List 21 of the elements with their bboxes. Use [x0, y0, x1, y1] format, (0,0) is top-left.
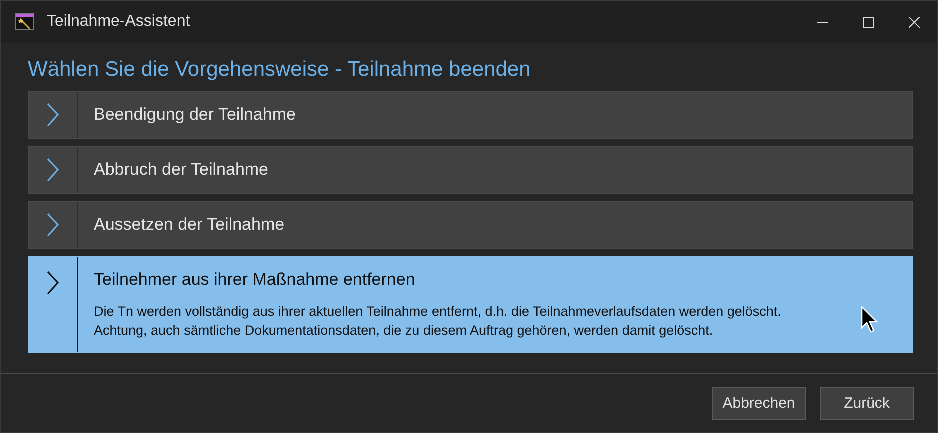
chevron-right-icon	[47, 158, 59, 182]
mouse-pointer-icon	[861, 306, 880, 334]
option-item[interactable]: Beendigung der Teilnahme	[28, 91, 913, 139]
option-label: Abbruch der Teilnahme	[94, 160, 269, 180]
dialog-button[interactable]: Zurück	[820, 386, 914, 420]
chevron-right-icon	[47, 103, 59, 127]
chevron-right-icon	[47, 271, 59, 295]
option-label: Beendigung der Teilnahme	[94, 105, 296, 125]
window-title: Teilnahme-Assistent	[47, 13, 192, 31]
option-item[interactable]	[28, 256, 913, 353]
app-icon	[15, 13, 35, 31]
option-item[interactable]: Aussetzen der Teilnahme	[28, 201, 913, 249]
chevron-right-icon	[47, 213, 59, 237]
option-label: Aussetzen der Teilnahme	[94, 215, 285, 235]
option-description: Die Tn werden vollständig aus ihrer aktuellen Teilnahme entfernt, d.h. die Teilnahmeverlaufsdaten werden gelöscht. Achtung, auch sämtliche Dokumentationsdaten, die zu diesem Auftrag gehören, werden damit gelöscht.	[94, 303, 782, 340]
option-label: Teilnehmer aus ihrer Maßnahme entfernen	[94, 270, 416, 290]
close-icon	[908, 16, 920, 28]
dialog-button[interactable]: Abbrechen	[712, 386, 806, 420]
page-heading: Wählen Sie die Vorgehensweise - Teilnahme beenden	[28, 58, 532, 82]
maximize-icon	[862, 16, 874, 28]
option-item[interactable]: Abbruch der Teilnahme	[28, 146, 913, 194]
